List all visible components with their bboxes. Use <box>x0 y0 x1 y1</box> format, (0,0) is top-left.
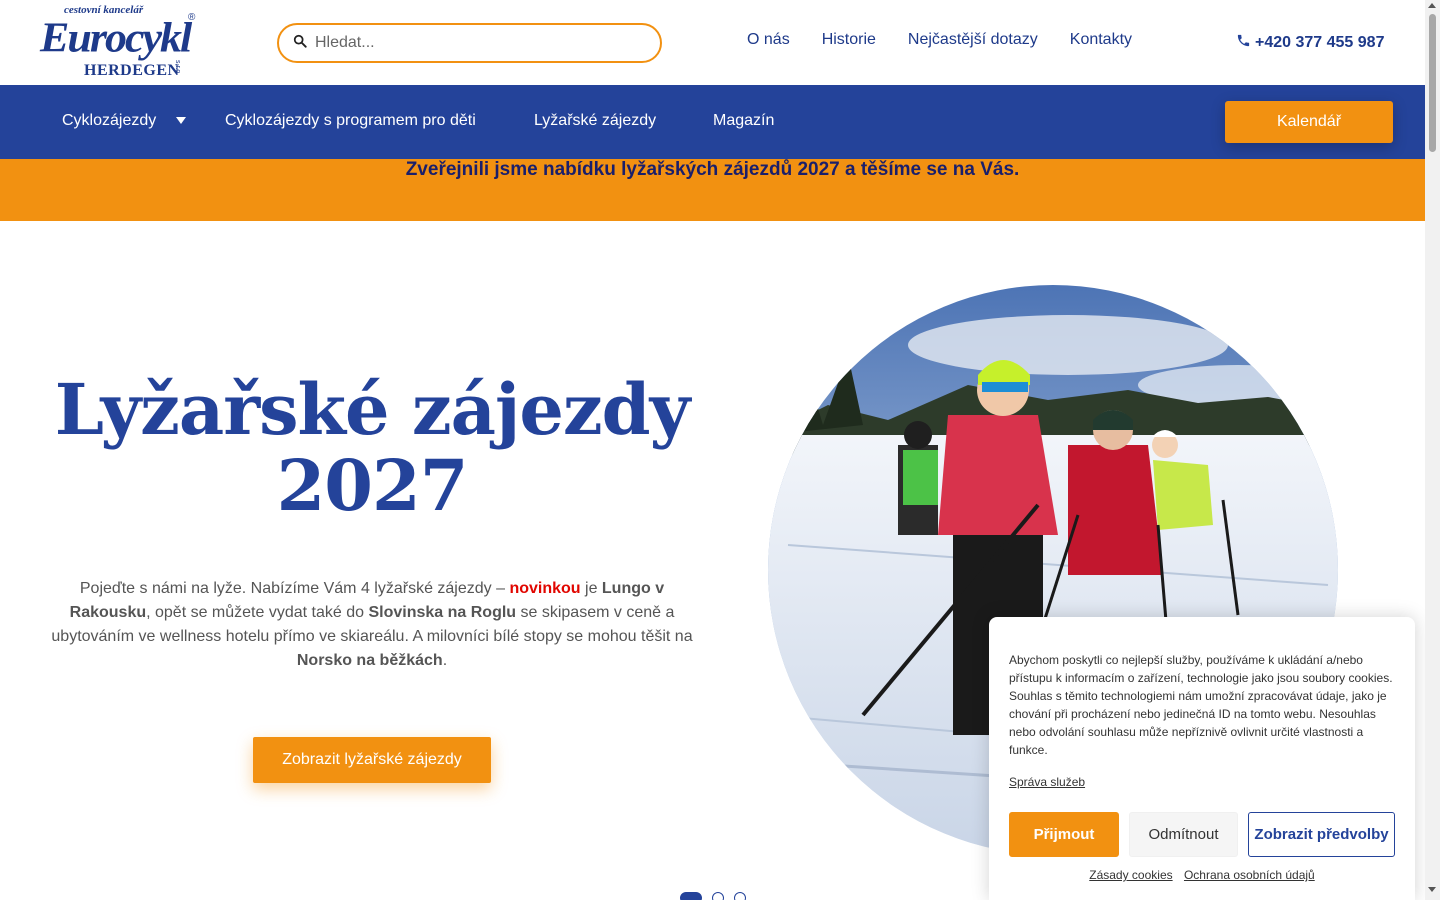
cookie-text: Abychom poskytli co nejlepší služby, pou… <box>1009 653 1393 757</box>
cookie-accept-button[interactable]: Přijmout <box>1009 812 1119 857</box>
phone-number: +420 377 455 987 <box>1255 34 1385 51</box>
main-nav: Cyklozájezdy Cyklozájezdy s programem pr… <box>0 85 1425 159</box>
phone-link[interactable]: +420 377 455 987 <box>1236 33 1384 53</box>
hero-text-part: . <box>442 652 448 669</box>
hero-text-part: je <box>580 580 602 597</box>
top-header: cestovní kancelář Eurocykl ® HERDEGEN s.… <box>0 0 1425 85</box>
hero-text-part: , opět se můžete vydat také do <box>146 604 369 621</box>
page-scrollbar[interactable] <box>1425 0 1440 900</box>
search-box[interactable] <box>277 23 662 63</box>
privacy-policy-link[interactable]: Ochrana osobních údajů <box>1184 868 1315 882</box>
hero-description: Pojeďte s námi na lyže. Nabízíme Vám 4 l… <box>44 577 700 673</box>
nav-lyzarske-zajezdy[interactable]: Lyžařské zájezdy <box>534 112 656 130</box>
link-o-nas[interactable]: O nás <box>747 31 790 49</box>
slider-dot-3[interactable] <box>734 892 746 900</box>
hero-bold-norsko: Norsko na běžkách <box>296 652 443 669</box>
top-links: O nás Historie Nejčastější dotazy Kontak… <box>747 31 1164 49</box>
hero-text-part: Pojeďte s námi na lyže. Nabízíme Vám 4 l… <box>79 580 510 597</box>
cookie-deny-button[interactable]: Odmítnout <box>1129 812 1238 857</box>
slider-dot-1[interactable] <box>680 892 702 900</box>
cookie-policy-links: Zásady cookies Ochrana osobních údajů <box>989 868 1415 882</box>
logo-sro: s.r.o. <box>174 60 181 76</box>
logo-subtitle: HERDEGEN <box>84 62 180 79</box>
scroll-up-arrow-icon[interactable] <box>1428 3 1436 8</box>
hero-bold-slovinsko: Slovinska na Roglu <box>368 604 517 621</box>
hero-title-line1: Lyžařské zájezdy <box>54 368 691 451</box>
logo-registered: ® <box>188 12 196 23</box>
slider-dot-2[interactable] <box>712 892 724 900</box>
hero-title-line2: 2027 <box>276 444 469 527</box>
phone-icon <box>1236 33 1255 53</box>
announcement-banner: Zveřejnili jsme nabídku lyžařských zájez… <box>0 159 1425 221</box>
search-input[interactable] <box>315 34 635 52</box>
hero-title: Lyžařské zájezdy 2027 <box>40 372 704 524</box>
scrollbar-thumb[interactable] <box>1429 14 1436 152</box>
link-kontakty[interactable]: Kontakty <box>1070 31 1132 49</box>
cookie-preferences-button[interactable]: Zobrazit předvolby <box>1248 812 1395 857</box>
chevron-down-icon[interactable] <box>176 117 186 124</box>
cookie-manage-services-link[interactable]: Správa služeb <box>1009 775 1085 789</box>
search-icon <box>293 34 307 53</box>
hero-highlight: novinkou <box>509 580 581 597</box>
cookie-policy-link[interactable]: Zásady cookies <box>1089 868 1172 882</box>
logo-brand: Eurocykl <box>40 14 192 61</box>
eurocykl-logo[interactable]: cestovní kancelář Eurocykl ® HERDEGEN s.… <box>40 4 200 82</box>
nav-cyklozajezdy[interactable]: Cyklozájezdy <box>62 112 156 130</box>
cookie-consent-panel: Abychom poskytli co nejlepší služby, pou… <box>989 617 1415 900</box>
scroll-down-arrow-icon[interactable] <box>1428 887 1436 892</box>
show-ski-trips-button[interactable]: Zobrazit lyžařské zájezdy <box>253 737 491 783</box>
calendar-button[interactable]: Kalendář <box>1225 101 1393 143</box>
slider-dots <box>680 892 746 900</box>
link-faq[interactable]: Nejčastější dotazy <box>908 31 1038 49</box>
link-historie[interactable]: Historie <box>822 31 876 49</box>
nav-cyklozajezdy-deti[interactable]: Cyklozájezdy s programem pro děti <box>225 112 476 130</box>
nav-magazin[interactable]: Magazín <box>713 112 774 130</box>
